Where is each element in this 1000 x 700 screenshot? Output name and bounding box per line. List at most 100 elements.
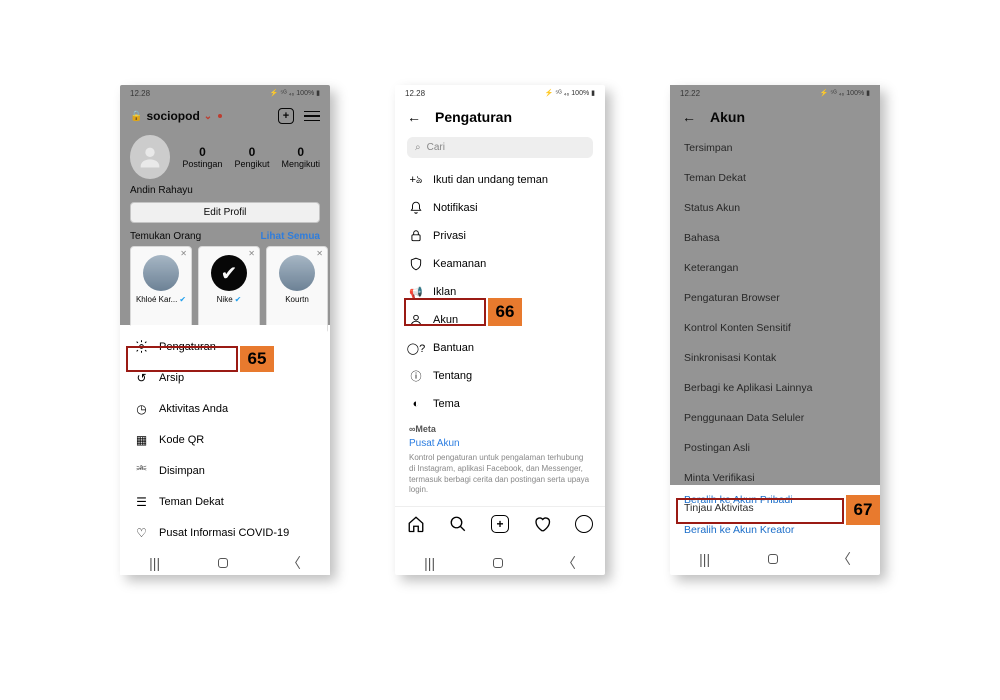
theme-icon: ◐ bbox=[409, 397, 423, 411]
menu-aktivitas[interactable]: ◷Aktivitas Anda bbox=[120, 393, 330, 424]
username-dropdown[interactable]: 🔒 sociopod ⌄ bbox=[130, 109, 222, 123]
create-button[interactable]: + bbox=[278, 108, 294, 124]
settings-title: Pengaturan bbox=[435, 109, 512, 125]
highlight-box-65 bbox=[126, 346, 238, 372]
recent-button[interactable]: ||| bbox=[149, 555, 160, 571]
back-button[interactable]: 〈 bbox=[837, 549, 851, 569]
row-bantuan[interactable]: ◯?Bantuan bbox=[395, 334, 605, 362]
meta-description: Kontrol pengaturan untuk pengalaman terh… bbox=[395, 449, 605, 506]
row-kontak[interactable]: Sinkronisasi Kontak bbox=[670, 343, 880, 373]
qr-icon: ▦ bbox=[134, 432, 149, 447]
status-time: 12.28 bbox=[130, 89, 150, 98]
stat-following[interactable]: 0Mengikuti bbox=[281, 145, 320, 169]
lock-icon bbox=[409, 229, 423, 243]
list-icon: ☰ bbox=[134, 494, 149, 509]
status-right: ⚡ ⁵ᴳ ₄₆ 100% ▮ bbox=[820, 89, 870, 97]
chevron-down-icon: ⌄ bbox=[204, 111, 212, 122]
row-keamanan[interactable]: Keamanan bbox=[395, 250, 605, 278]
profile-stats-row: 0Postingan 0Pengikut 0Mengikuti bbox=[120, 131, 330, 183]
status-bar: 12.22 ⚡ ⁵ᴳ ₄₆ 100% ▮ bbox=[670, 85, 880, 101]
akun-header: ← Akun bbox=[670, 101, 880, 133]
home-button[interactable] bbox=[768, 554, 778, 564]
row-bahasa[interactable]: Bahasa bbox=[670, 223, 880, 253]
row-keterangan[interactable]: Keterangan bbox=[670, 253, 880, 283]
create-button[interactable]: + bbox=[491, 515, 509, 533]
recent-button[interactable]: ||| bbox=[424, 555, 435, 571]
shield-icon bbox=[409, 257, 423, 271]
status-right: ⚡ ⁵ᴳ ₄₆ 100% ▮ bbox=[270, 89, 320, 97]
bell-icon bbox=[409, 201, 423, 215]
edit-profile-button[interactable]: Edit Profil bbox=[130, 202, 320, 223]
back-button[interactable]: 〈 bbox=[287, 553, 301, 573]
notif-dot bbox=[218, 114, 222, 118]
home-button[interactable] bbox=[218, 558, 228, 568]
back-arrow-icon[interactable]: ← bbox=[682, 109, 696, 125]
clock-icon: ◷ bbox=[134, 401, 149, 416]
heart-icon[interactable] bbox=[533, 515, 551, 533]
stat-posts[interactable]: 0Postingan bbox=[182, 145, 222, 169]
callout-66: 66 bbox=[488, 298, 522, 326]
row-privasi[interactable]: Privasi bbox=[395, 222, 605, 250]
discover-header: Temukan Orang Lihat Semua bbox=[120, 223, 330, 246]
row-tentang[interactable]: ⓘTentang bbox=[395, 362, 605, 390]
close-icon[interactable]: ✕ bbox=[248, 249, 255, 258]
status-right: ⚡ ⁵ᴳ ₄₆ 100% ▮ bbox=[545, 89, 595, 97]
verified-icon: ✔ bbox=[179, 295, 186, 304]
suggestion-card[interactable]: ✕Kourtn bbox=[266, 246, 328, 336]
back-arrow-icon[interactable]: ← bbox=[407, 109, 421, 125]
bottom-nav: + bbox=[395, 506, 605, 540]
recent-button[interactable]: ||| bbox=[699, 551, 710, 567]
meta-label: ∞Meta bbox=[395, 418, 605, 438]
profile-header: 🔒 sociopod ⌄ + bbox=[120, 101, 330, 131]
status-bar: 12.28 ⚡ ⁵ᴳ ₄₆ 100% ▮ bbox=[120, 85, 330, 101]
megaphone-icon: 📢 bbox=[409, 285, 423, 299]
settings-header: ← Pengaturan bbox=[395, 101, 605, 133]
search-input[interactable]: ⌕ Cari bbox=[407, 137, 593, 158]
see-all-link[interactable]: Lihat Semua bbox=[261, 231, 320, 242]
row-tersimpan[interactable]: Tersimpan bbox=[670, 133, 880, 163]
pusat-akun-link[interactable]: Pusat Akun bbox=[395, 438, 605, 449]
search-icon[interactable] bbox=[449, 515, 467, 533]
row-browser[interactable]: Pengaturan Browser bbox=[670, 283, 880, 313]
stat-followers[interactable]: 0Pengikut bbox=[234, 145, 269, 169]
menu-disimpan[interactable]: ⎃Disimpan bbox=[120, 455, 330, 486]
display-name: Andin Rahayu bbox=[120, 183, 330, 202]
add-friend-icon: +ঌ bbox=[409, 173, 423, 187]
discover-label: Temukan Orang bbox=[130, 231, 201, 242]
row-data-seluler[interactable]: Penggunaan Data Seluler bbox=[670, 403, 880, 433]
suggestion-card[interactable]: ✕Khloé Kar...✔ bbox=[130, 246, 192, 336]
home-button[interactable] bbox=[493, 558, 503, 568]
close-icon[interactable]: ✕ bbox=[180, 249, 187, 258]
status-bar: 12.28 ⚡ ⁵ᴳ ₄₆ 100% ▮ bbox=[395, 85, 605, 101]
android-nav: ||| 〈 bbox=[120, 551, 330, 575]
hamburger-button[interactable] bbox=[304, 111, 320, 122]
status-time: 12.22 bbox=[680, 89, 700, 98]
menu-teman-dekat[interactable]: ☰Teman Dekat bbox=[120, 486, 330, 517]
nike-logo: ✔ bbox=[211, 255, 247, 291]
row-tema[interactable]: ◐Tema bbox=[395, 390, 605, 418]
highlight-box-67 bbox=[676, 498, 844, 524]
android-nav: ||| 〈 bbox=[395, 551, 605, 575]
row-status-akun[interactable]: Status Akun bbox=[670, 193, 880, 223]
back-button[interactable]: 〈 bbox=[562, 553, 576, 573]
row-verifikasi[interactable]: Minta Verifikasi bbox=[670, 463, 880, 493]
row-sensitif[interactable]: Kontrol Konten Sensitif bbox=[670, 313, 880, 343]
row-ikuti[interactable]: +ঌIkuti dan undang teman bbox=[395, 166, 605, 194]
row-postingan-asli[interactable]: Postingan Asli bbox=[670, 433, 880, 463]
suggestion-card[interactable]: ✕✔Nike✔ bbox=[198, 246, 260, 336]
profile-tab[interactable] bbox=[575, 515, 593, 533]
menu-covid[interactable]: ♡Pusat Informasi COVID-19 bbox=[120, 517, 330, 548]
phone-settings: 12.28 ⚡ ⁵ᴳ ₄₆ 100% ▮ ← Pengaturan ⌕ Cari… bbox=[395, 85, 605, 575]
phone-profile: 12.28 ⚡ ⁵ᴳ ₄₆ 100% ▮ 🔒 sociopod ⌄ + 0Pos… bbox=[120, 85, 330, 575]
home-icon[interactable] bbox=[407, 515, 425, 533]
username: sociopod bbox=[146, 109, 199, 123]
callout-65: 65 bbox=[240, 346, 274, 372]
close-icon[interactable]: ✕ bbox=[316, 249, 323, 258]
avatar[interactable] bbox=[130, 135, 170, 179]
info-icon: ⓘ bbox=[409, 369, 423, 383]
menu-qr[interactable]: ▦Kode QR bbox=[120, 424, 330, 455]
row-aplikasi[interactable]: Berbagi ke Aplikasi Lainnya bbox=[670, 373, 880, 403]
row-notifikasi[interactable]: Notifikasi bbox=[395, 194, 605, 222]
highlight-box-66 bbox=[404, 298, 486, 326]
row-teman-dekat[interactable]: Teman Dekat bbox=[670, 163, 880, 193]
